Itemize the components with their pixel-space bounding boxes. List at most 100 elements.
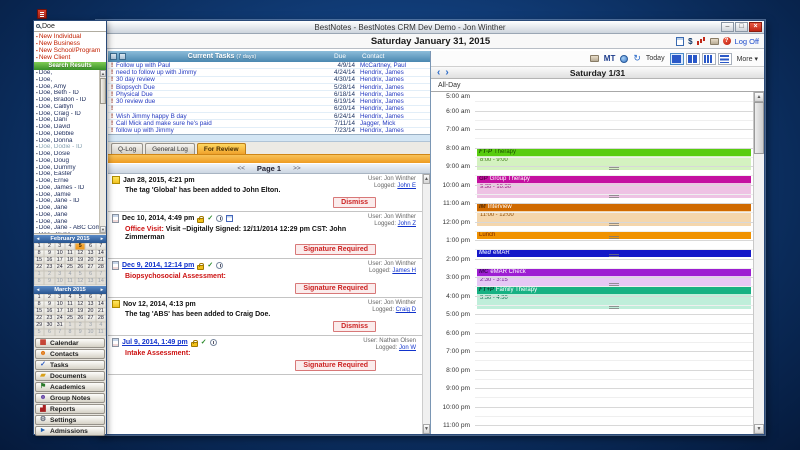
calendar-day-cell[interactable]: 10	[55, 301, 65, 308]
calendar-day-cell[interactable]: 3	[55, 243, 65, 250]
calendar-day-cell[interactable]: 18	[65, 308, 75, 315]
calendar-day-cell[interactable]: 11	[65, 278, 75, 285]
calendar-day-cell[interactable]: 20	[85, 257, 95, 264]
calendar-day-cell[interactable]: 3	[55, 294, 65, 301]
calendar-day-cell[interactable]: 4	[96, 322, 106, 329]
contact-list-item[interactable]: Doe, Bradon - ID	[34, 97, 99, 104]
work-week-view-icon[interactable]	[702, 53, 716, 65]
contact-column-header[interactable]: Contact	[362, 53, 422, 60]
tab-q-log[interactable]: Q-Log	[111, 143, 143, 154]
calendar-event[interactable]: MedeMAR	[477, 249, 751, 257]
review-entry-date[interactable]: Jul 9, 2014, 1:49 pm	[122, 339, 188, 346]
task-contact-link[interactable]: Hendrix, James	[360, 127, 422, 134]
review-scrollbar[interactable]: ▲ ▼	[422, 174, 430, 434]
tab-for-review[interactable]: For Review	[197, 143, 246, 154]
event-resize-handle[interactable]	[609, 236, 619, 239]
table-row[interactable]: !follow up with Jimmy7/23/14Hendrix, Jam…	[108, 128, 430, 134]
calendar-day-cell[interactable]: 17	[55, 308, 65, 315]
sidebar-item-contacts[interactable]: ☻Contacts	[35, 349, 105, 359]
contact-list-item[interactable]: Doe, Dosie	[34, 151, 99, 158]
task-contact-link[interactable]: Hendrix, James	[360, 98, 422, 105]
sidebar-item-group-notes[interactable]: ☻Group Notes	[35, 393, 105, 403]
calendar-day-cell[interactable]: 16	[44, 308, 54, 315]
contact-list-item[interactable]: Doe, Dodie - ID	[34, 144, 99, 151]
contact-list-item[interactable]: Doe, Jamie	[34, 192, 99, 199]
calendar-day-cell[interactable]: 22	[34, 264, 44, 271]
document-icon[interactable]	[676, 37, 684, 46]
calendar-day-cell[interactable]: 23	[44, 264, 54, 271]
calendar-day-cell[interactable]: 11	[96, 329, 106, 336]
calendar-day-cell[interactable]: 8	[34, 278, 44, 285]
contact-list-item[interactable]: Doe, Jayne	[34, 232, 99, 233]
calendar-day-cell[interactable]: 22	[34, 315, 44, 322]
dismiss-button[interactable]: Dismiss	[333, 321, 376, 332]
next-month-icon[interactable]: ►	[98, 286, 106, 294]
calendar-day-cell[interactable]: 28	[96, 315, 106, 322]
contact-list-item[interactable]: Doe, Beth - ID	[34, 90, 99, 97]
scroll-down-icon[interactable]: ▼	[423, 424, 430, 434]
calendar-day-cell[interactable]: 8	[34, 301, 44, 308]
globe-icon[interactable]	[620, 55, 628, 63]
task-contact-link[interactable]: Hendrix, James	[360, 91, 422, 98]
more-button[interactable]: More ▾	[737, 55, 758, 63]
task-contact-link[interactable]: Hendrix, James	[360, 113, 422, 120]
task-contact-link[interactable]: Hendrix, James	[360, 105, 422, 112]
task-contact-link[interactable]: Hendrix, James	[360, 84, 422, 91]
task-description[interactable]: 30 day review	[116, 76, 320, 83]
signature-required-button[interactable]: Signature Required	[295, 244, 376, 255]
day-view-icon[interactable]	[670, 53, 684, 65]
review-entry-date[interactable]: Dec 9, 2014, 12:14 pm	[122, 262, 194, 269]
search-input[interactable]	[42, 22, 104, 31]
sidebar-item-reports[interactable]: ▟Reports	[35, 404, 105, 414]
task-description[interactable]: Call Mick and make sure he's paid	[116, 120, 320, 127]
sidebar-item-tasks[interactable]: ✓Tasks	[35, 360, 105, 370]
calendar-day-cell[interactable]: 14	[96, 278, 106, 285]
next-page-button[interactable]: >>	[293, 165, 301, 172]
signature-required-button[interactable]: Signature Required	[295, 360, 376, 371]
signature-required-button[interactable]: Signature Required	[295, 283, 376, 294]
calendar-day-cell[interactable]: 6	[44, 329, 54, 336]
contact-list-item[interactable]: Doe, Ernie	[34, 178, 99, 185]
calendar-day-cell[interactable]: 6	[85, 243, 95, 250]
all-day-row[interactable]: All-Day	[431, 79, 764, 92]
calendar-day-cell[interactable]: 7	[96, 271, 106, 278]
contact-list-item[interactable]: Doe, Donna	[34, 138, 99, 145]
sidebar-item-documents[interactable]: ▰Documents	[35, 371, 105, 381]
task-description[interactable]: Wish Jimmy happy B day	[116, 113, 320, 120]
contact-list-item[interactable]: Doe, Amy	[34, 84, 99, 91]
new-record-link[interactable]: New Business	[34, 40, 106, 47]
calendar-day-cell[interactable]: 13	[85, 250, 95, 257]
calendar-day-cell[interactable]: 12	[75, 250, 85, 257]
calendar-day-cell[interactable]: 13	[85, 301, 95, 308]
logged-contact-link[interactable]: Craig D	[396, 307, 416, 313]
contact-list-item[interactable]: Doe, Jane - ABC Compa	[34, 225, 99, 232]
scrollbar-thumb[interactable]	[100, 78, 106, 104]
calendar-day-cell[interactable]: 10	[55, 278, 65, 285]
calendar-day-cell[interactable]: 25	[65, 264, 75, 271]
calendar-day-cell[interactable]: 14	[96, 301, 106, 308]
calendar-day-cell[interactable]: 7	[96, 294, 106, 301]
sidebar-item-settings[interactable]: ⚙Settings	[35, 415, 105, 425]
next-month-icon[interactable]: ►	[98, 235, 106, 243]
help-icon[interactable]: ?	[723, 37, 731, 45]
calendar-day-cell[interactable]: 1	[34, 271, 44, 278]
calendar-day-cell[interactable]: 14	[96, 250, 106, 257]
calendar-day-cell[interactable]: 9	[44, 250, 54, 257]
calendar-day-cell[interactable]: 3	[55, 271, 65, 278]
lock-icon[interactable]	[110, 53, 117, 60]
new-record-link[interactable]: New Client	[34, 54, 106, 61]
calendar-day-cell[interactable]: 7	[96, 243, 106, 250]
calendar-event[interactable]: Lunch	[477, 231, 751, 239]
event-resize-handle[interactable]	[609, 223, 619, 226]
calendar-day-cell[interactable]: 12	[75, 301, 85, 308]
calendar-print-icon[interactable]	[590, 55, 599, 62]
calendar-day-cell[interactable]: 21	[96, 257, 106, 264]
task-description[interactable]: Follow up with Paul	[116, 62, 320, 69]
contact-list-item[interactable]: Doe, Doug	[34, 158, 99, 165]
calendar-day-cell[interactable]: 30	[44, 322, 54, 329]
calendar-day-cell[interactable]: 2	[44, 243, 54, 250]
calendar-day-cell[interactable]: 9	[44, 278, 54, 285]
contact-list-item[interactable]: Doe,	[34, 70, 99, 77]
event-resize-handle[interactable]	[609, 195, 619, 198]
scroll-up-icon[interactable]: ▲	[423, 174, 430, 184]
